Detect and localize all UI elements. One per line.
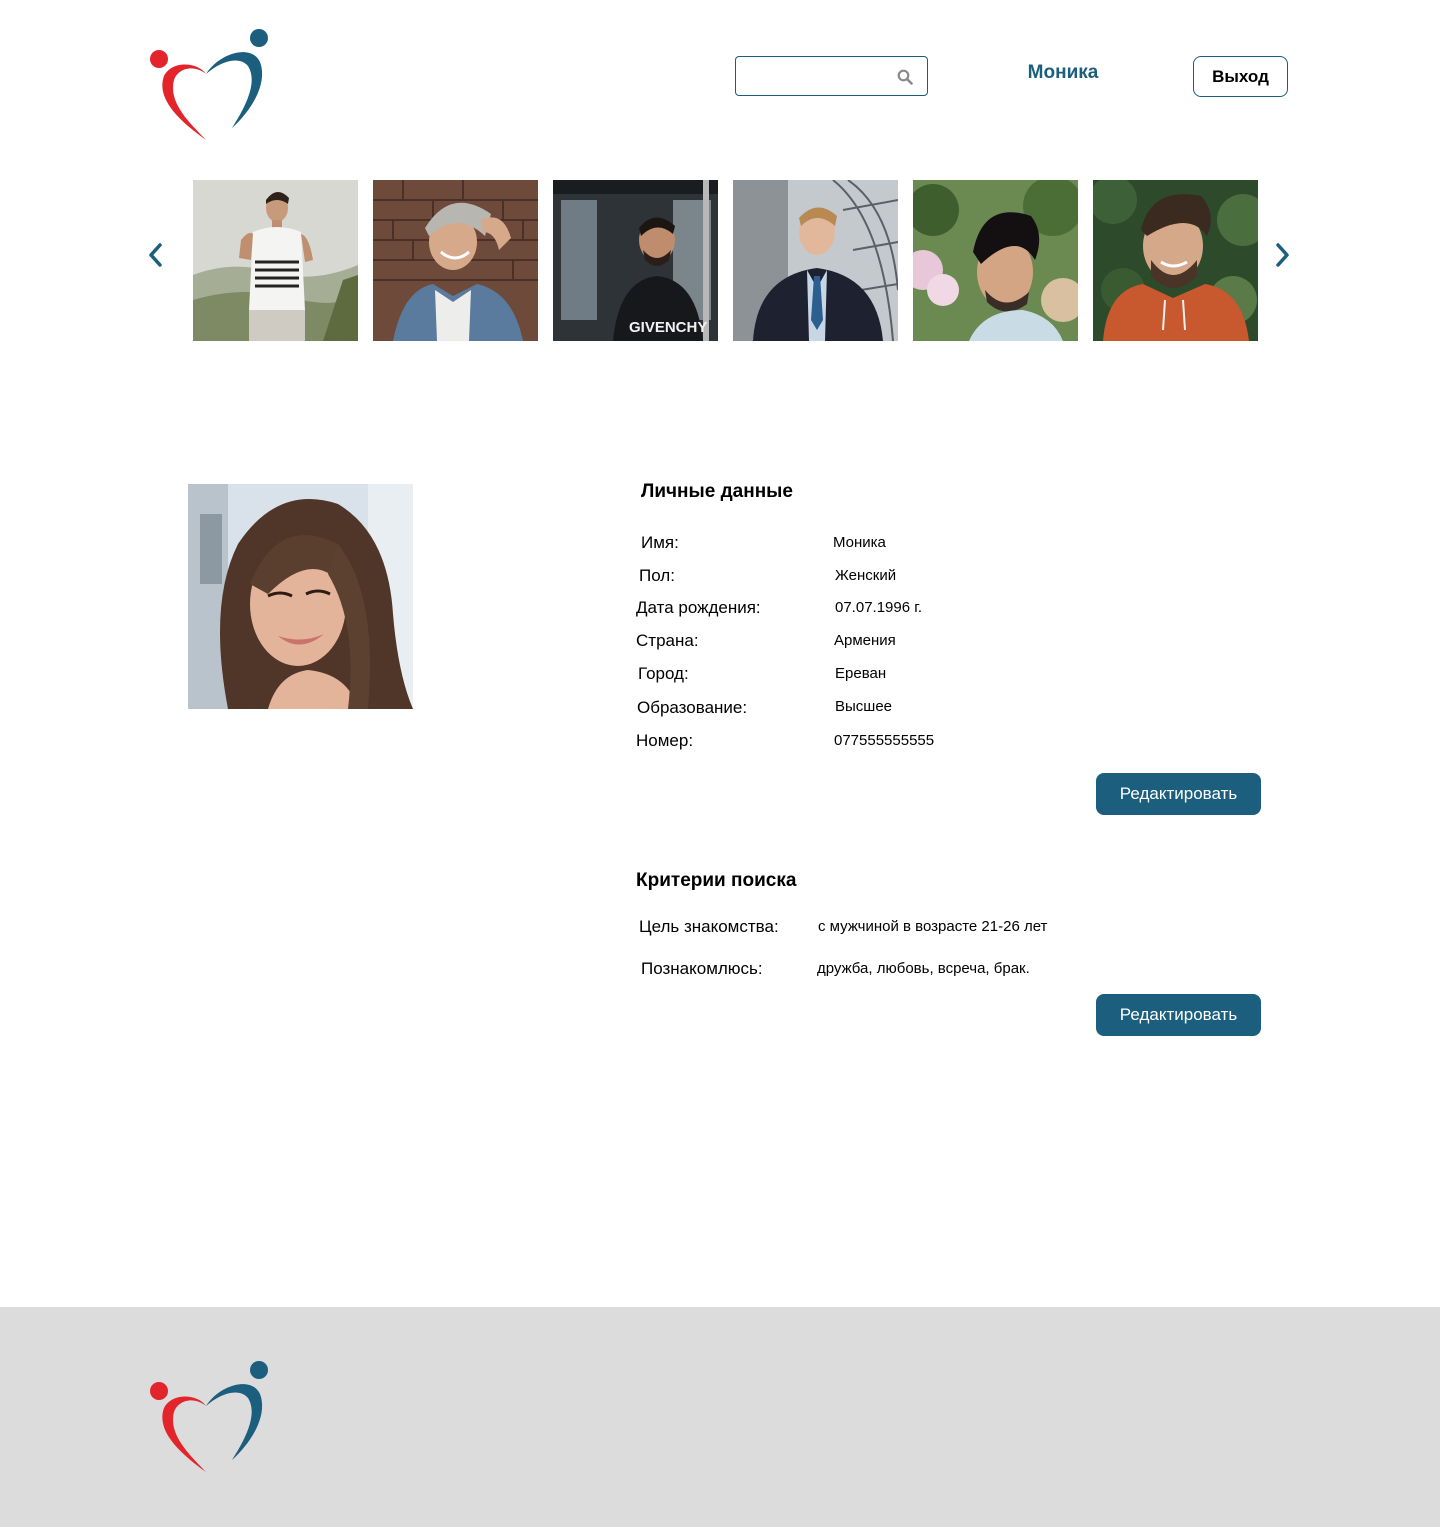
- field-value: 07.07.1996 г.: [835, 599, 923, 616]
- field-value: дружба, любовь, всреча, брак.: [817, 960, 1030, 977]
- field-label: Цель знакомства:: [639, 917, 779, 936]
- field-label: Город:: [638, 664, 689, 683]
- edit-personal-button[interactable]: Редактировать: [1096, 773, 1261, 815]
- field-value: Ереван: [835, 665, 887, 682]
- search-input[interactable]: [744, 63, 888, 91]
- shirt-print-text: GIVENCHY: [629, 319, 707, 336]
- profile-thumbnail[interactable]: [733, 180, 898, 341]
- field-label: Имя:: [641, 533, 679, 552]
- chevron-left-icon[interactable]: [144, 240, 168, 270]
- field-label: Страна:: [636, 631, 699, 650]
- field-label: Пол:: [639, 566, 675, 585]
- footer-logo[interactable]: [148, 1360, 270, 1475]
- chevron-right-icon[interactable]: [1270, 240, 1294, 270]
- field-value: с мужчиной в возрасте 21-26 лет: [818, 918, 1048, 935]
- profile-thumbnail[interactable]: [193, 180, 358, 341]
- field-label: Дата рождения:: [636, 598, 761, 617]
- profile-thumbnail[interactable]: GIVENCHY: [553, 180, 718, 341]
- search-icon[interactable]: [897, 69, 913, 90]
- search-box[interactable]: [735, 56, 928, 96]
- search-criteria-heading: Критерии поиска: [636, 870, 797, 891]
- field-value: Армения: [834, 632, 896, 649]
- field-label: Познакомлюсь:: [641, 959, 763, 978]
- field-value: Моника: [833, 534, 886, 551]
- profile-thumbnail[interactable]: [1093, 180, 1258, 341]
- personal-data-heading: Личные данные: [641, 481, 793, 502]
- user-name-link[interactable]: Моника: [1000, 62, 1126, 84]
- edit-criteria-button[interactable]: Редактировать: [1096, 994, 1261, 1036]
- site-logo[interactable]: [148, 28, 270, 143]
- field-value: Женский: [835, 567, 897, 584]
- field-label: Номер:: [636, 731, 694, 750]
- field-label: Образование:: [637, 698, 748, 717]
- field-value: 077555555555: [834, 732, 935, 749]
- profile-thumbnail[interactable]: [373, 180, 538, 341]
- field-value: Высшее: [835, 698, 893, 715]
- profile-photo: [188, 484, 413, 709]
- logout-button[interactable]: Выход: [1193, 56, 1288, 97]
- profile-thumbnail[interactable]: [913, 180, 1078, 341]
